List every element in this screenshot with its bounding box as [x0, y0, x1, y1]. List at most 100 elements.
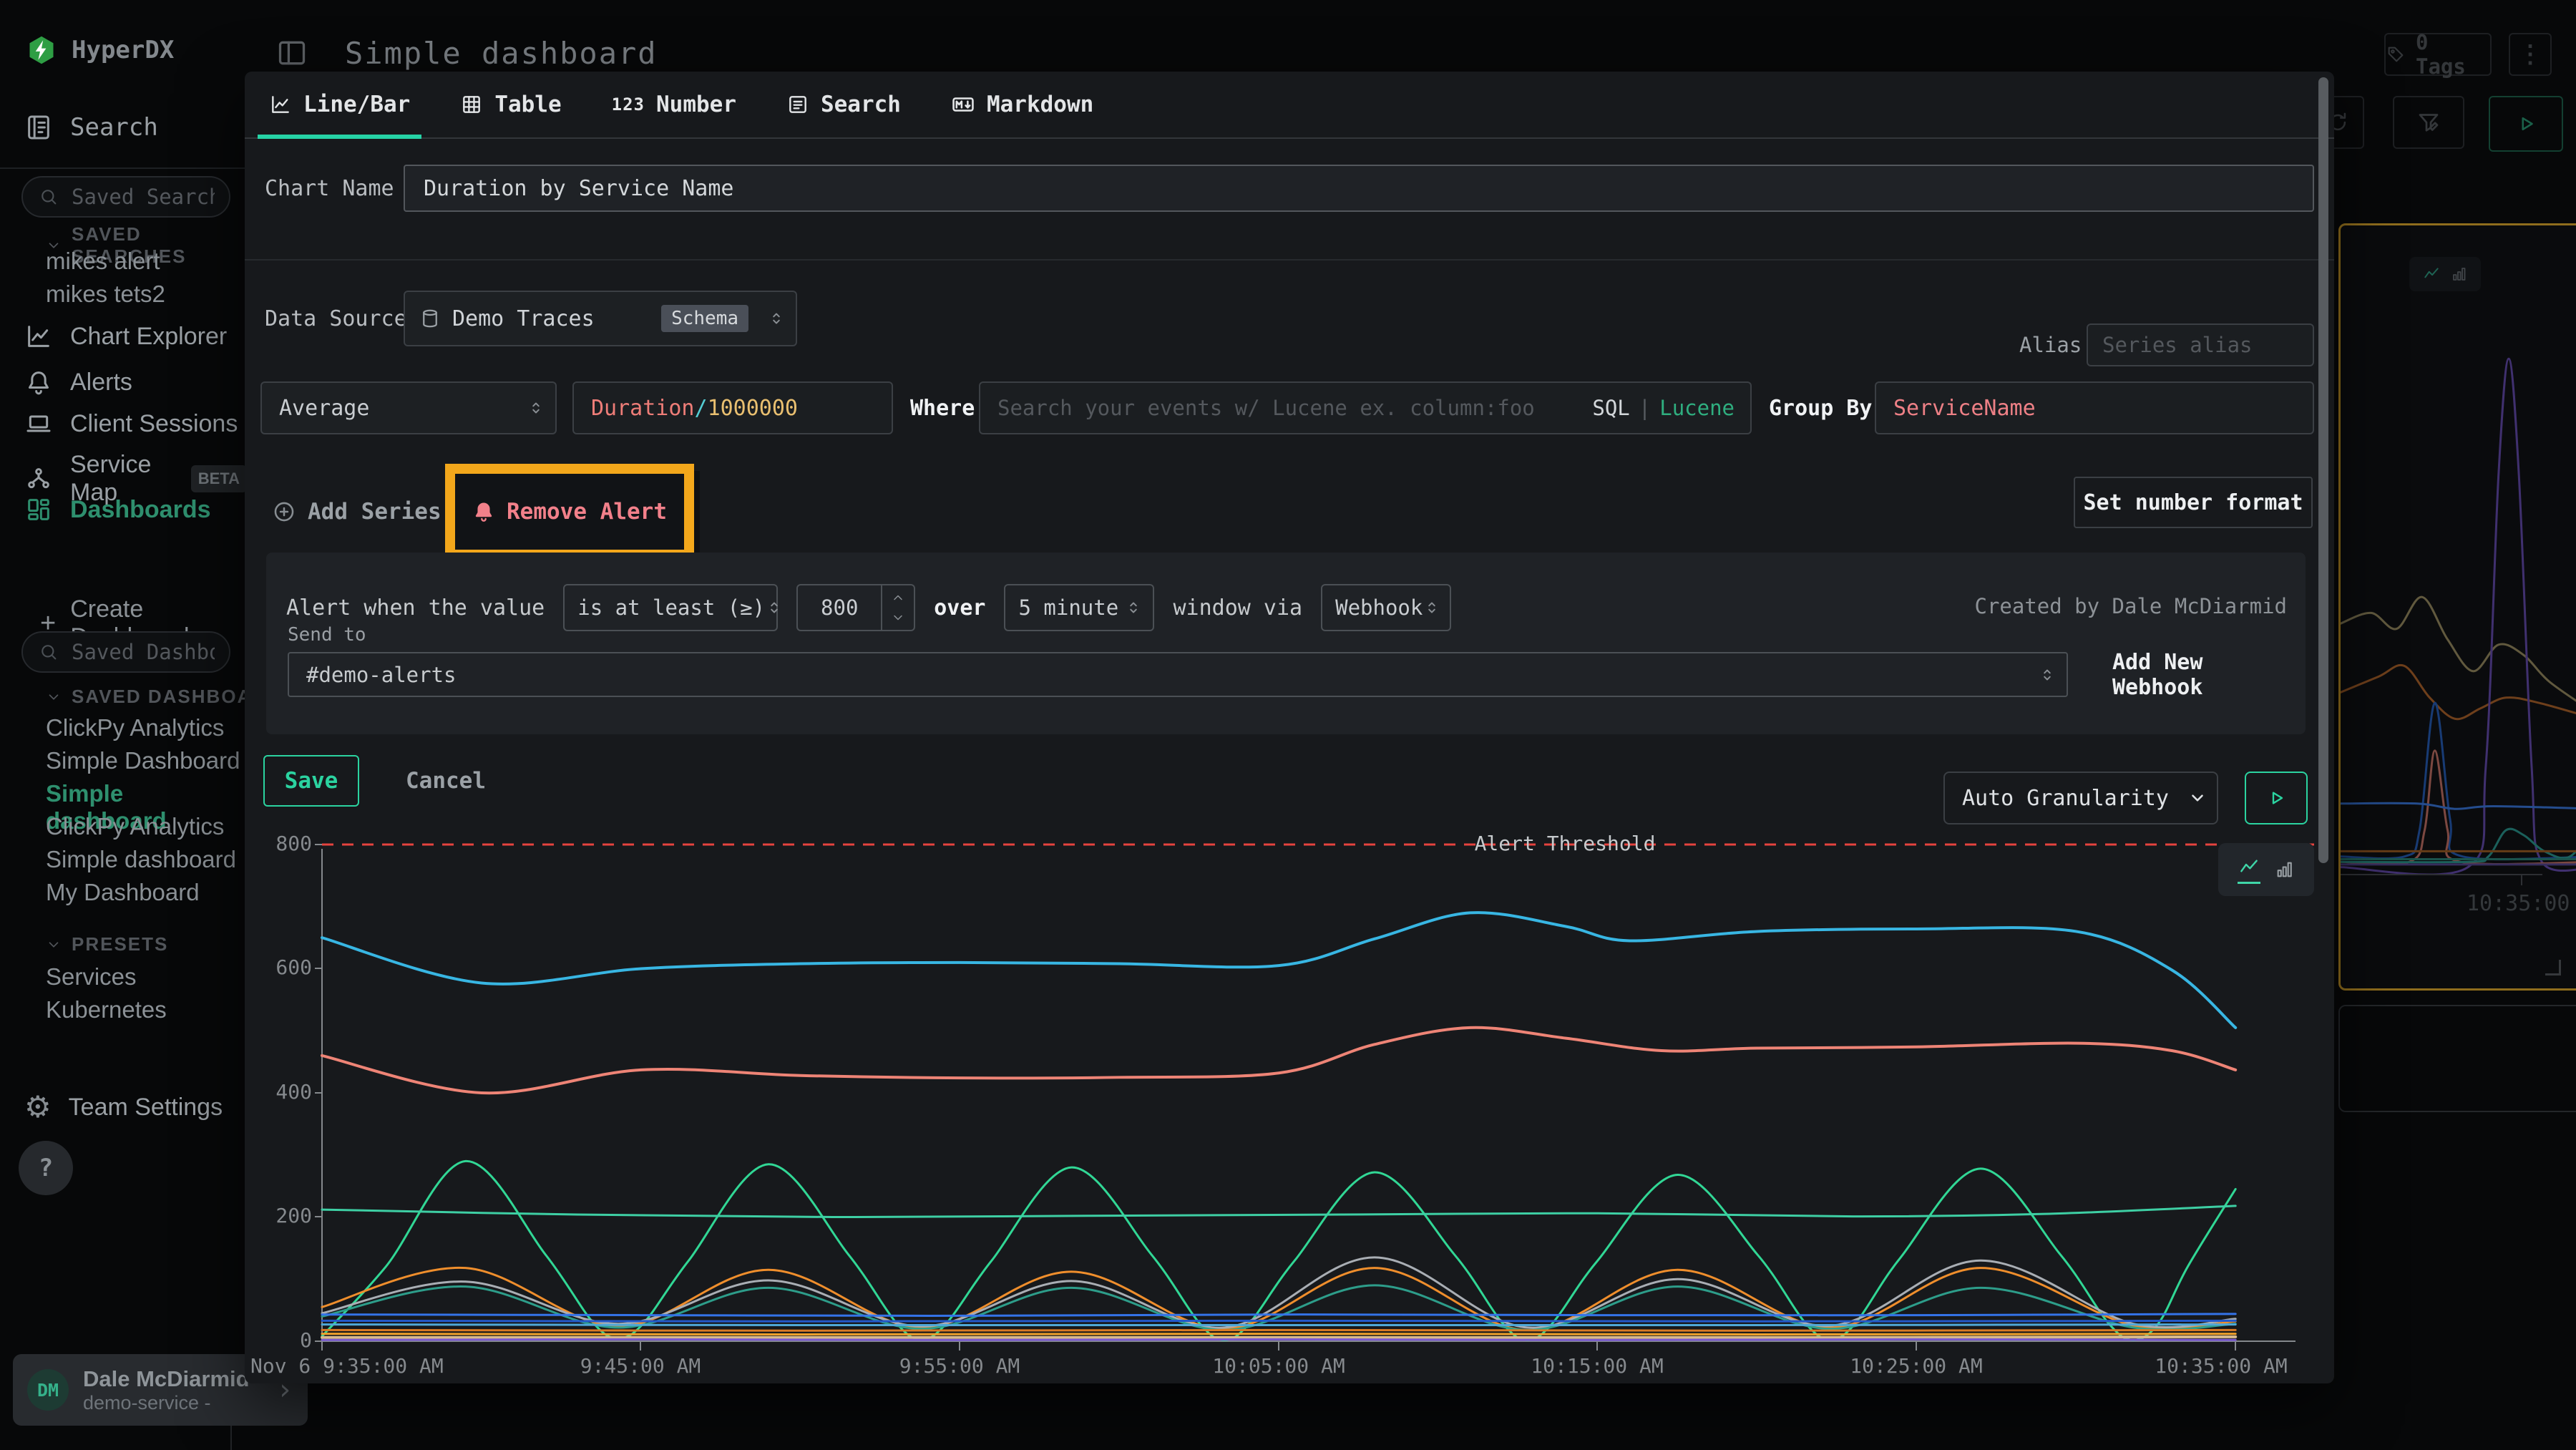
panel-collapse-icon: [276, 37, 308, 69]
dashboards-icon: [24, 495, 53, 524]
add-series-button[interactable]: Add Series: [272, 490, 441, 533]
tags-button[interactable]: 0 Tags: [2384, 33, 2492, 76]
alert-threshold-stepper[interactable]: 800: [796, 584, 915, 631]
tab-line-bar[interactable]: Line/Bar: [265, 72, 414, 137]
x-tick-label: 10:35:00 AM: [2121, 1354, 2321, 1378]
set-number-format-button[interactable]: Set number format: [2074, 477, 2313, 528]
x-tick-label: 10:05:00 AM: [1171, 1354, 1386, 1378]
modal-scrollbar[interactable]: [2318, 77, 2328, 863]
saved-search-item[interactable]: mikes alert: [46, 248, 160, 275]
saved-dashboard-item[interactable]: Simple dashboard: [46, 846, 236, 873]
saved-dashboards-input[interactable]: [70, 639, 216, 665]
service-map-icon: [24, 464, 53, 493]
line-chart-icon: [2238, 856, 2260, 879]
chevron-down-icon: [46, 689, 62, 705]
saved-dashboard-item[interactable]: Simple Dashboard: [46, 747, 240, 774]
alert-condition-select[interactable]: is at least (≥): [563, 584, 778, 631]
saved-dashboard-item[interactable]: ClickPy Analytics: [46, 714, 224, 741]
saved-dashboard-item[interactable]: ClickPy Analytics: [46, 813, 224, 840]
chevron-updown-icon: [2038, 666, 2057, 684]
series-alias-input[interactable]: [2087, 323, 2314, 366]
where-search-input[interactable]: [980, 396, 1592, 420]
add-new-webhook-button[interactable]: Add New Webhook: [2112, 652, 2306, 697]
chart-name-input[interactable]: [404, 165, 2314, 212]
gear-icon: ⚙: [24, 1092, 52, 1122]
tab-number[interactable]: 123 Number: [608, 72, 741, 137]
sidebar-item-alerts[interactable]: Alerts: [24, 368, 132, 396]
line-chart-icon: [2422, 265, 2441, 283]
sidebar-item-client-sessions[interactable]: Client Sessions: [24, 409, 238, 438]
window-via-label: window via: [1173, 595, 1302, 621]
plus-circle-icon: [272, 500, 296, 524]
sidebar-item-chart-explorer[interactable]: Chart Explorer: [24, 322, 227, 351]
save-button[interactable]: Save: [263, 755, 359, 807]
filter-edit-icon: [2416, 110, 2441, 135]
aggregation-select[interactable]: Average: [260, 381, 557, 434]
tab-markdown[interactable]: Markdown: [947, 72, 1098, 137]
search-doc-icon: [24, 113, 53, 142]
schema-badge[interactable]: Schema: [661, 305, 748, 332]
x-tick-label: 10:15:00 AM: [1490, 1354, 1704, 1378]
preset-item[interactable]: Services: [46, 963, 137, 991]
saved-searches-search[interactable]: [21, 176, 230, 218]
lang-sql[interactable]: SQL: [1592, 396, 1629, 420]
over-label: over: [934, 595, 985, 621]
tab-table[interactable]: Table: [456, 72, 565, 137]
sidebar-item-dashboards[interactable]: Dashboards: [24, 495, 211, 524]
granularity-select[interactable]: Auto Granularity: [1943, 772, 2218, 824]
field-value: 1000000: [708, 396, 798, 421]
sidebar-item-search[interactable]: Search: [24, 113, 158, 142]
chevron-updown-icon: [1423, 598, 1441, 617]
saved-dashboards-search[interactable]: [21, 631, 230, 673]
collapse-sidebar-button[interactable]: [276, 37, 308, 69]
cancel-button[interactable]: Cancel: [406, 755, 486, 807]
presets-header[interactable]: PRESETS: [46, 933, 168, 955]
lang-divider: |: [1639, 396, 1651, 420]
number-123-icon: 123: [612, 94, 645, 115]
remove-alert-button[interactable]: Remove Alert: [455, 474, 684, 550]
lang-lucene[interactable]: Lucene: [1659, 396, 1735, 420]
filter-button[interactable]: [2393, 96, 2464, 149]
chart-type-toggle[interactable]: [2409, 257, 2481, 291]
alert-channel-select[interactable]: Webhook: [1321, 584, 1451, 631]
avatar: DM: [27, 1369, 69, 1411]
header-run-button[interactable]: [2489, 96, 2563, 152]
saved-dashboard-item[interactable]: My Dashboard: [46, 879, 200, 906]
main-chart: [245, 830, 2334, 1360]
field-expression-input[interactable]: Duration/1000000: [572, 381, 893, 434]
preset-item[interactable]: Kubernetes: [46, 996, 167, 1023]
saved-searches-input[interactable]: [70, 184, 216, 210]
run-query-button[interactable]: [2245, 772, 2308, 824]
send-to-select[interactable]: #demo-alerts: [288, 652, 2068, 697]
saved-dashboards-header[interactable]: SAVED DASHBOARDS: [46, 686, 247, 708]
markdown-icon: [951, 92, 975, 117]
sidebar-item-team-settings[interactable]: ⚙ Team Settings: [24, 1092, 223, 1122]
stepper-buttons[interactable]: [881, 585, 914, 630]
bar-chart-icon: [2451, 266, 2468, 283]
chart-editor-modal: Line/Bar Table 123 Number Search Markdow…: [245, 72, 2334, 1383]
help-button[interactable]: ?: [19, 1141, 73, 1195]
modal-chart-type-toggle[interactable]: [2218, 843, 2314, 896]
where-search-box[interactable]: SQL | Lucene: [979, 381, 1752, 434]
beta-badge: BETA: [191, 465, 247, 492]
background-chart: [2341, 301, 2576, 874]
user-name: Dale McDiarmid: [83, 1366, 262, 1392]
chart-explorer-icon: [24, 322, 53, 351]
alert-created-by: Created by Dale McDiarmid: [1975, 594, 2288, 618]
x-tick-label: 9:45:00 AM: [533, 1354, 748, 1378]
alert-window-select[interactable]: 5 minute: [1004, 584, 1154, 631]
saved-search-item[interactable]: mikes tets2: [46, 281, 165, 308]
where-label: Where: [910, 381, 975, 434]
data-source-select[interactable]: Demo Traces Schema: [404, 291, 797, 346]
brand[interactable]: HyperDX: [26, 34, 174, 66]
group-by-input[interactable]: ServiceName: [1875, 381, 2314, 434]
kebab-icon: ⋮: [2518, 40, 2542, 69]
database-icon: [419, 308, 441, 329]
resize-handle[interactable]: [2545, 960, 2561, 975]
tab-search[interactable]: Search: [782, 72, 905, 137]
kebab-menu-button[interactable]: ⋮: [2509, 33, 2552, 76]
bg-time-label: 10:35:00 AM: [2467, 891, 2576, 916]
bg-axis-tick: [2521, 875, 2522, 885]
alert-prefix-label: Alert when the value: [286, 595, 545, 621]
chart-name-label: Chart Name: [265, 165, 394, 212]
